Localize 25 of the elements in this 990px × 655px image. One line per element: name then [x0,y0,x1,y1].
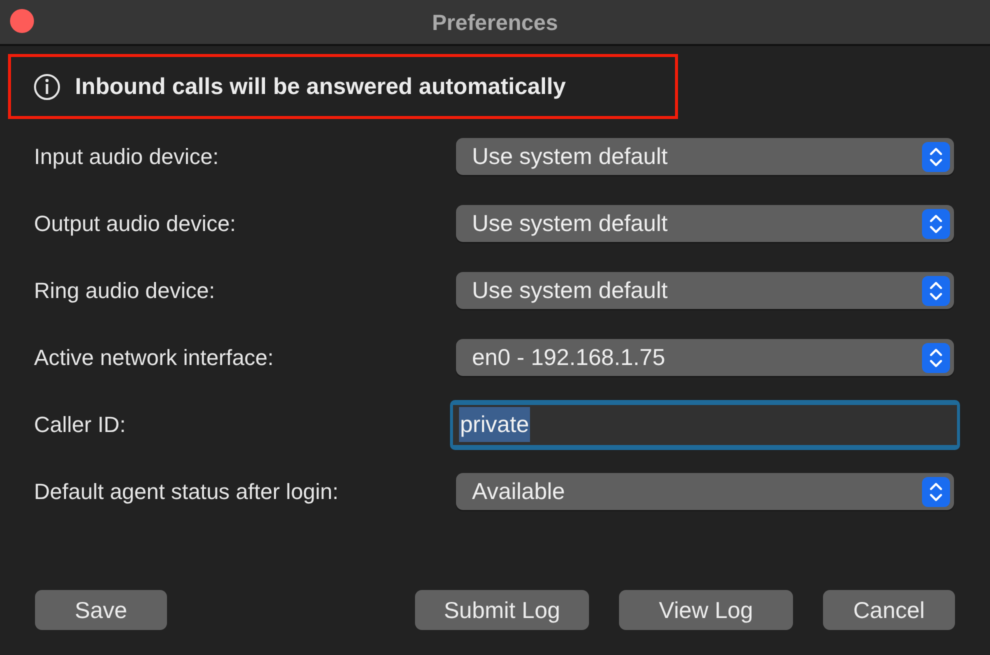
field-label: Active network interface: [34,344,275,372]
dialog-button[interactable]: Cancel [823,590,955,630]
dropdown[interactable]: Use system default [456,138,954,175]
window-title: Preferences [432,8,558,36]
field-label: Ring audio device: [34,277,216,305]
stepper-icon [922,208,950,238]
stepper-icon [922,142,950,172]
dropdown[interactable]: Available [456,473,954,510]
stepper-icon [922,476,950,506]
dialog-button[interactable]: View Log [619,590,793,630]
info-icon [33,72,61,100]
field-label: Default agent status after login: [34,478,340,506]
dropdown[interactable]: Use system default [456,272,954,309]
field-label: Caller ID: [34,411,127,439]
stepper-icon [922,342,950,372]
text-field[interactable]: private [450,400,960,450]
dropdown[interactable]: Use system default [456,205,954,242]
close-button[interactable] [10,9,34,33]
stepper-icon [922,276,950,306]
save-button[interactable]: Save [35,590,167,630]
field-label: Output audio device: [34,210,237,238]
notice-text: Inbound calls will be answered automatically [75,72,566,102]
dialog-button[interactable]: Submit Log [415,590,589,630]
field-label: Input audio device: [34,143,220,171]
dropdown[interactable]: en0 - 192.168.1.75 [456,339,954,376]
